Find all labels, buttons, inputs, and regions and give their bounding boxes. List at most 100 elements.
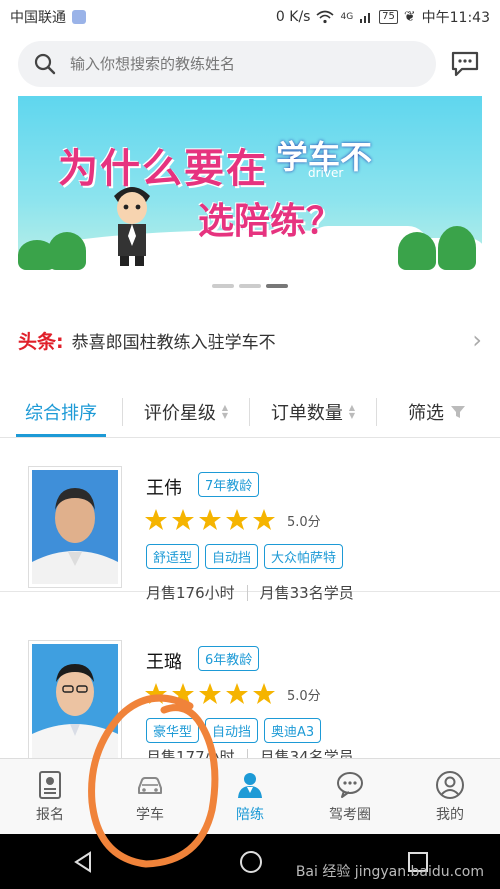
coach-portrait-image	[32, 470, 118, 584]
divider	[246, 748, 248, 758]
carousel-dot[interactable]	[212, 284, 234, 288]
coach-name: 王璐	[146, 652, 182, 673]
star-icon	[253, 683, 275, 704]
tab-practice[interactable]: 陪练	[200, 759, 300, 834]
sort-comprehensive[interactable]: 综合排序	[0, 386, 122, 437]
signal-icon	[360, 13, 371, 23]
battery-indicator: 75	[379, 10, 398, 24]
tab-signup[interactable]: 报名	[0, 759, 100, 834]
monthly-hours: 月售176小时	[146, 584, 235, 602]
sort-rating-label: 评价星级	[143, 402, 216, 424]
coach-name: 王伟	[146, 478, 182, 499]
rating-score: 5.0分	[287, 514, 321, 530]
search-input[interactable]	[70, 55, 420, 73]
star-icon	[145, 683, 167, 704]
car-icon	[138, 776, 162, 794]
message-button[interactable]	[448, 47, 482, 81]
back-icon[interactable]	[71, 850, 95, 874]
rating-stars: 5.0分	[144, 508, 321, 532]
star-icon	[199, 683, 221, 704]
filter-icon	[451, 405, 465, 418]
experience-badge: 6年教龄	[198, 646, 260, 671]
network-speed: 0 K/s	[275, 9, 311, 25]
star-icon	[226, 509, 248, 530]
coach-tags: 舒适型 自动挡 大众帕萨特	[146, 544, 344, 569]
carrier-label: 中国联通	[10, 10, 66, 26]
sort-arrows-icon: ▲ ▼	[348, 402, 356, 420]
coach-photo	[28, 466, 122, 588]
carousel-indicator	[0, 284, 500, 288]
search-icon	[34, 53, 56, 75]
sort-orders-label: 订单数量	[270, 402, 343, 424]
network-type: 4G	[340, 12, 354, 22]
id-card-icon	[39, 770, 61, 799]
star-icon	[145, 509, 167, 530]
tag-car-model: 大众帕萨特	[264, 544, 344, 569]
tree-decoration	[438, 226, 476, 270]
message-icon	[451, 51, 479, 77]
star-icon	[199, 509, 221, 530]
carousel-dot-active[interactable]	[266, 284, 288, 288]
watermark: Bai 经验 jingyan.baidu.com	[295, 864, 484, 880]
leaf-icon: ❦	[403, 9, 416, 25]
tab-learn-driving[interactable]: 学车	[100, 759, 200, 834]
coach-card[interactable]: 王璐 6年教龄 5.0分 豪华型 自动挡 奥迪A3 月售177小时 月售34名学…	[0, 626, 500, 758]
sort-comprehensive-label: 综合排序	[25, 402, 97, 424]
search-box[interactable]	[18, 41, 436, 87]
tab-practice-label: 陪练	[236, 806, 264, 823]
tag-car-class: 舒适型	[146, 544, 200, 569]
tab-profile[interactable]: 我的	[400, 759, 500, 834]
user-circle-icon	[436, 770, 464, 799]
chevron-right-icon: ›	[472, 326, 482, 354]
coach-portrait-image	[32, 644, 118, 758]
home-icon[interactable]	[238, 849, 264, 875]
chat-bubbles-icon	[337, 771, 363, 798]
brand-logo-sub: driver	[308, 166, 344, 180]
coach-tags: 豪华型 自动挡 奥迪A3	[146, 718, 322, 743]
headline-text: 恭喜郎国柱教练入驻学车不	[71, 332, 276, 353]
tag-car-model: 奥迪A3	[264, 718, 322, 743]
tab-learn-driving-label: 学车	[136, 806, 164, 823]
tab-community-label: 驾考圈	[329, 806, 371, 823]
tab-signup-label: 报名	[36, 806, 64, 823]
star-icon	[226, 683, 248, 704]
banner-headline: 为什么要在	[58, 146, 268, 192]
coach-card[interactable]: 王伟 7年教龄 5.0分 舒适型 自动挡 大众帕萨特 月售176小时 月售33名…	[0, 452, 500, 602]
tree-decoration	[398, 232, 436, 270]
star-icon	[172, 683, 194, 704]
coach-sales: 月售177小时 月售34名学员	[146, 746, 354, 758]
carousel-dot[interactable]	[239, 284, 261, 288]
clock: 中午11:43	[421, 10, 490, 26]
experience-badge: 7年教龄	[198, 472, 260, 497]
star-icon	[172, 509, 194, 530]
tag-car-class: 豪华型	[146, 718, 200, 743]
coach-sales: 月售176小时 月售33名学员	[146, 582, 354, 603]
sort-orders[interactable]: 订单数量 ▲ ▼	[250, 386, 376, 437]
cartoon-man-illustration	[114, 187, 150, 266]
person-icon	[238, 772, 262, 798]
rating-score: 5.0分	[287, 688, 321, 704]
sort-bar: 综合排序 评价星级 ▲ ▼ 订单数量 ▲ ▼ 筛选	[0, 386, 500, 438]
shield-icon	[72, 10, 86, 24]
divider	[246, 584, 248, 601]
tag-transmission: 自动挡	[205, 718, 259, 743]
monthly-students: 月售33名学员	[259, 584, 354, 602]
search-row	[18, 40, 482, 88]
rating-stars: 5.0分	[144, 682, 321, 706]
sort-arrows-icon: ▲ ▼	[221, 402, 229, 420]
status-bar: 中国联通 0 K/s 4G 75 ❦ 中午11:43	[0, 0, 500, 34]
monthly-hours: 月售177小时	[146, 748, 235, 758]
tag-transmission: 自动挡	[205, 544, 259, 569]
star-icon	[253, 509, 275, 530]
monthly-students: 月售34名学员	[259, 748, 354, 758]
sort-rating[interactable]: 评价星级 ▲ ▼	[123, 386, 249, 437]
banner-subheadline: 选陪练？	[198, 201, 343, 242]
filter-label: 筛选	[408, 402, 444, 424]
tab-community[interactable]: 驾考圈	[300, 759, 400, 834]
system-nav-bar: Bai 经验 jingyan.baidu.com	[0, 834, 500, 889]
news-ticker[interactable]: 头条: 恭喜郎国柱教练入驻学车不 ›	[0, 318, 500, 362]
tree-decoration	[48, 232, 86, 270]
promo-banner[interactable]: 为什么要在 学车不 driver 选陪练？	[18, 96, 482, 270]
wifi-icon	[316, 10, 334, 24]
filter-button[interactable]: 筛选	[377, 386, 497, 437]
